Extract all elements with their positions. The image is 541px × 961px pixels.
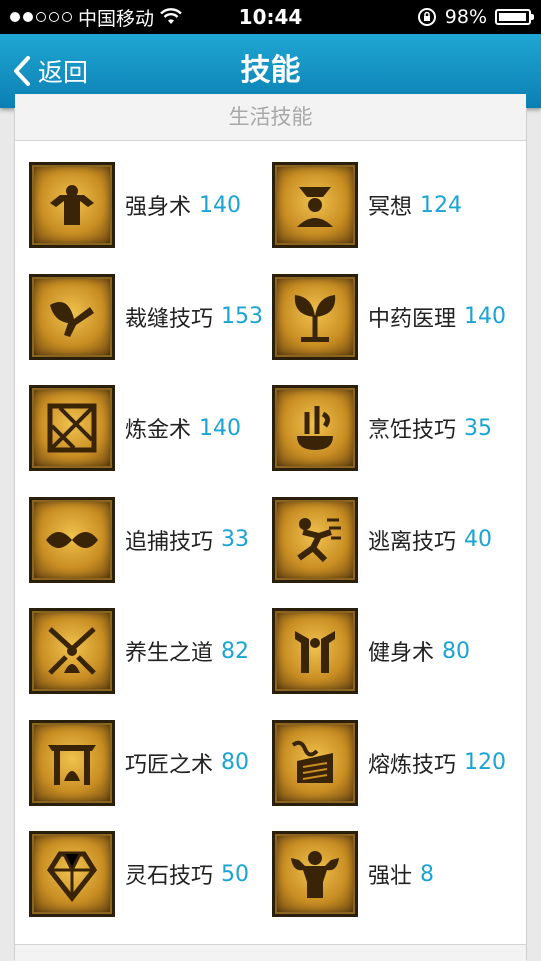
skill-name: 熔炼技巧	[368, 752, 457, 778]
skill-level: 40	[464, 527, 493, 552]
skill-level: 80	[442, 638, 471, 664]
skill-item[interactable]: 熔炼技巧 120	[272, 719, 507, 806]
divider	[15, 944, 526, 961]
skill-level: 50	[221, 861, 250, 887]
skill-name: 强壮	[368, 864, 413, 889]
skill-item[interactable]: 健身术 80	[272, 608, 470, 694]
skill-name: 强身术	[125, 195, 192, 220]
skill-name: 冥想	[368, 195, 413, 220]
skill-level: 140	[199, 415, 242, 441]
status-bar: 中国移动 10:44 98%	[0, 0, 541, 34]
spirit-stone-icon	[29, 831, 115, 917]
skills-card: 生活技能 强身术 140 冥想 124 裁缝技巧 153 中药医理 140 炼金术 140 烹饪技巧…	[14, 94, 527, 961]
skill-item[interactable]: 炼金术 140	[29, 385, 241, 471]
health-cultivation-icon	[29, 608, 115, 694]
skill-name: 炼金术	[125, 418, 192, 443]
skill-item[interactable]: 冥想 124	[272, 162, 462, 248]
skill-item[interactable]: 中药医理 140	[272, 273, 507, 360]
skill-item[interactable]: 裁缝技巧 153	[29, 273, 264, 360]
skill-name: 健身术	[368, 641, 435, 666]
chain-links-icon	[29, 496, 115, 583]
skill-level: 33	[221, 527, 250, 552]
skill-item[interactable]: 逃离技巧 40	[272, 496, 493, 583]
fitness-icon	[272, 608, 358, 694]
skill-level: 82	[221, 638, 250, 664]
alchemy-icon	[29, 385, 115, 471]
skill-level: 140	[464, 304, 507, 329]
cooking-icon	[272, 385, 358, 471]
skill-level: 140	[199, 192, 242, 218]
skill-name: 裁缝技巧	[125, 306, 214, 332]
meditation-icon	[272, 162, 358, 248]
skill-name: 逃离技巧	[368, 529, 457, 555]
smelting-icon	[272, 719, 358, 806]
skill-name: 养生之道	[125, 641, 214, 666]
herb-leaf-icon	[272, 273, 358, 360]
skill-level: 35	[464, 415, 493, 441]
battery-percent: 98%	[444, 6, 487, 28]
skill-item[interactable]: 养生之道 82	[29, 608, 249, 694]
skill-item[interactable]: 追捕技巧 33	[29, 496, 250, 583]
skill-item[interactable]: 烹饪技巧 35	[272, 385, 492, 471]
running-figure-icon	[272, 496, 358, 583]
skill-name: 追捕技巧	[125, 529, 214, 555]
skill-item[interactable]: 强身术 140	[29, 162, 241, 248]
strong-man-icon	[272, 831, 358, 917]
skill-name: 灵石技巧	[125, 864, 214, 889]
skill-item[interactable]: 强壮 8	[272, 831, 434, 917]
skill-item[interactable]: 巧匠之术 80	[29, 719, 250, 806]
artisan-gate-icon	[29, 719, 115, 806]
skill-name: 烹饪技巧	[368, 418, 457, 443]
skill-item[interactable]: 灵石技巧 50	[29, 831, 249, 917]
skill-name: 中药医理	[368, 306, 457, 332]
battery-icon	[495, 9, 534, 25]
skill-level: 8	[420, 861, 435, 887]
skill-level: 120	[464, 750, 507, 775]
section-header: 生活技能	[15, 94, 526, 141]
skill-level: 153	[221, 304, 264, 329]
skill-name: 巧匠之术	[125, 752, 214, 778]
skill-level: 80	[221, 750, 250, 775]
scissors-icon	[29, 273, 115, 360]
skill-level: 124	[420, 192, 463, 218]
muscle-figure-icon	[29, 162, 115, 248]
orientation-lock-icon	[417, 8, 436, 26]
